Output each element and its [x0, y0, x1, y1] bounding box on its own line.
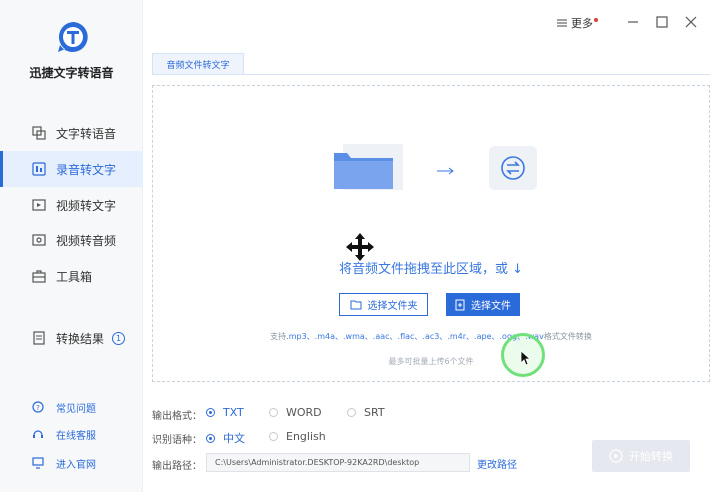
- sidebar-item-label: 转换结果: [56, 331, 105, 346]
- arrow-right-icon: [437, 167, 454, 175]
- official-site-link[interactable]: 进入官网: [0, 453, 143, 473]
- sidebar-item-label: 视频转音频: [56, 233, 117, 248]
- pointer-cursor-icon: [520, 350, 532, 366]
- sidebar: 迅捷文字转语音 文字转语音 录音转文字 视频转文字 视频转音频 工具箱 转换结果…: [0, 0, 143, 492]
- toolbox-icon: [32, 270, 46, 283]
- text-to-speech-icon: [32, 126, 46, 140]
- audio-to-text-icon: [32, 162, 46, 176]
- svg-text:?: ?: [36, 404, 40, 412]
- more-label: 更多: [571, 17, 593, 30]
- lang-english-label: English: [286, 430, 326, 443]
- monitor-icon: [32, 457, 44, 469]
- folder-icon: [334, 144, 403, 190]
- minimize-icon[interactable]: [627, 16, 639, 28]
- tab-audio-to-text[interactable]: 音频文件转文字: [152, 53, 244, 75]
- results-count-badge: 1: [112, 331, 126, 345]
- online-support-label: 在线客服: [56, 430, 96, 442]
- tab-divider: [152, 74, 710, 75]
- format-srt-radio[interactable]: SRT: [347, 406, 385, 419]
- sidebar-item-label: 录音转文字: [56, 162, 117, 177]
- format-word-radio[interactable]: WORD: [269, 406, 322, 419]
- change-path-link[interactable]: 更改路径: [477, 456, 517, 471]
- notification-dot: [594, 18, 598, 22]
- format-word-label: WORD: [286, 406, 322, 419]
- lang-english-radio[interactable]: English: [269, 430, 326, 443]
- question-icon: ?: [32, 401, 44, 413]
- lang-chinese-radio[interactable]: 中文: [206, 430, 245, 446]
- radio-checked-icon: [206, 408, 215, 417]
- lang-chinese-label: 中文: [223, 432, 245, 445]
- language-label: 识别语种：: [152, 435, 202, 446]
- online-support-link[interactable]: 在线客服: [0, 424, 143, 444]
- sidebar-item-results[interactable]: 转换结果 1: [0, 320, 143, 356]
- select-folder-label: 选择文件夹: [367, 301, 418, 312]
- sidebar-item-video-to-text[interactable]: 视频转文字: [0, 187, 143, 223]
- sidebar-item-video-to-audio[interactable]: 视频转音频: [0, 222, 143, 258]
- format-srt-label: SRT: [364, 406, 385, 419]
- folder-outline-icon: [350, 300, 361, 309]
- support-prefix: 支持: [270, 332, 287, 341]
- video-to-text-icon: [32, 199, 46, 211]
- select-file-label: 选择文件: [471, 301, 511, 312]
- radio-icon: [347, 408, 356, 417]
- official-site-label: 进入官网: [56, 459, 96, 471]
- sidebar-item-label: 工具箱: [56, 269, 93, 284]
- more-menu-button[interactable]: 更多: [557, 15, 598, 31]
- start-convert-button[interactable]: 开始转换: [592, 440, 690, 472]
- output-format-label: 输出格式：: [152, 411, 202, 422]
- menu-icon: [557, 19, 567, 27]
- support-suffix: 格式文件转换: [543, 332, 592, 341]
- file-add-icon: [455, 299, 465, 310]
- format-list: .mp3、.m4a、.wma、.aac、.flac、.ac3、.m4r、.ape…: [286, 332, 544, 341]
- convert-icon: [489, 146, 537, 190]
- select-folder-button[interactable]: 选择文件夹: [339, 293, 428, 316]
- sidebar-item-audio-to-text[interactable]: 录音转文字: [0, 151, 143, 187]
- output-path-field[interactable]: C:\Users\Administrator.DESKTOP-92KA2RD\d…: [206, 453, 470, 472]
- output-path-label: 输出路径：: [152, 461, 202, 472]
- close-icon[interactable]: [685, 16, 697, 28]
- sidebar-item-toolbox[interactable]: 工具箱: [0, 258, 143, 294]
- faq-label: 常见问题: [56, 403, 96, 415]
- radio-checked-icon: [206, 433, 215, 443]
- radio-icon: [269, 432, 278, 441]
- format-txt-radio[interactable]: TXT: [206, 406, 244, 419]
- supported-formats: 支持.mp3、.m4a、.wma、.aac、.flac、.ac3、.m4r、.a…: [152, 331, 710, 342]
- start-convert-label: 开始转换: [629, 450, 673, 463]
- maximize-icon[interactable]: [656, 16, 668, 28]
- results-icon: [33, 331, 45, 345]
- sidebar-item-text-to-speech[interactable]: 文字转语音: [0, 115, 143, 151]
- headset-icon: [33, 430, 43, 438]
- app-title: 迅捷文字转语音: [29, 66, 114, 80]
- play-icon: [609, 449, 623, 463]
- select-file-button[interactable]: 选择文件: [446, 293, 520, 316]
- format-txt-label: TXT: [223, 406, 244, 419]
- sidebar-item-label: 文字转语音: [56, 126, 117, 141]
- sidebar-item-label: 视频转文字: [56, 198, 117, 213]
- drop-instruction: 将音频文件拖拽至此区域，或 ↓: [338, 262, 524, 277]
- radio-icon: [269, 408, 278, 417]
- faq-link[interactable]: ? 常见问题: [0, 397, 143, 417]
- app-logo: [56, 20, 90, 54]
- upload-limit-note: 最多可批量上传6个文件: [388, 357, 474, 366]
- video-to-audio-icon: [32, 234, 46, 246]
